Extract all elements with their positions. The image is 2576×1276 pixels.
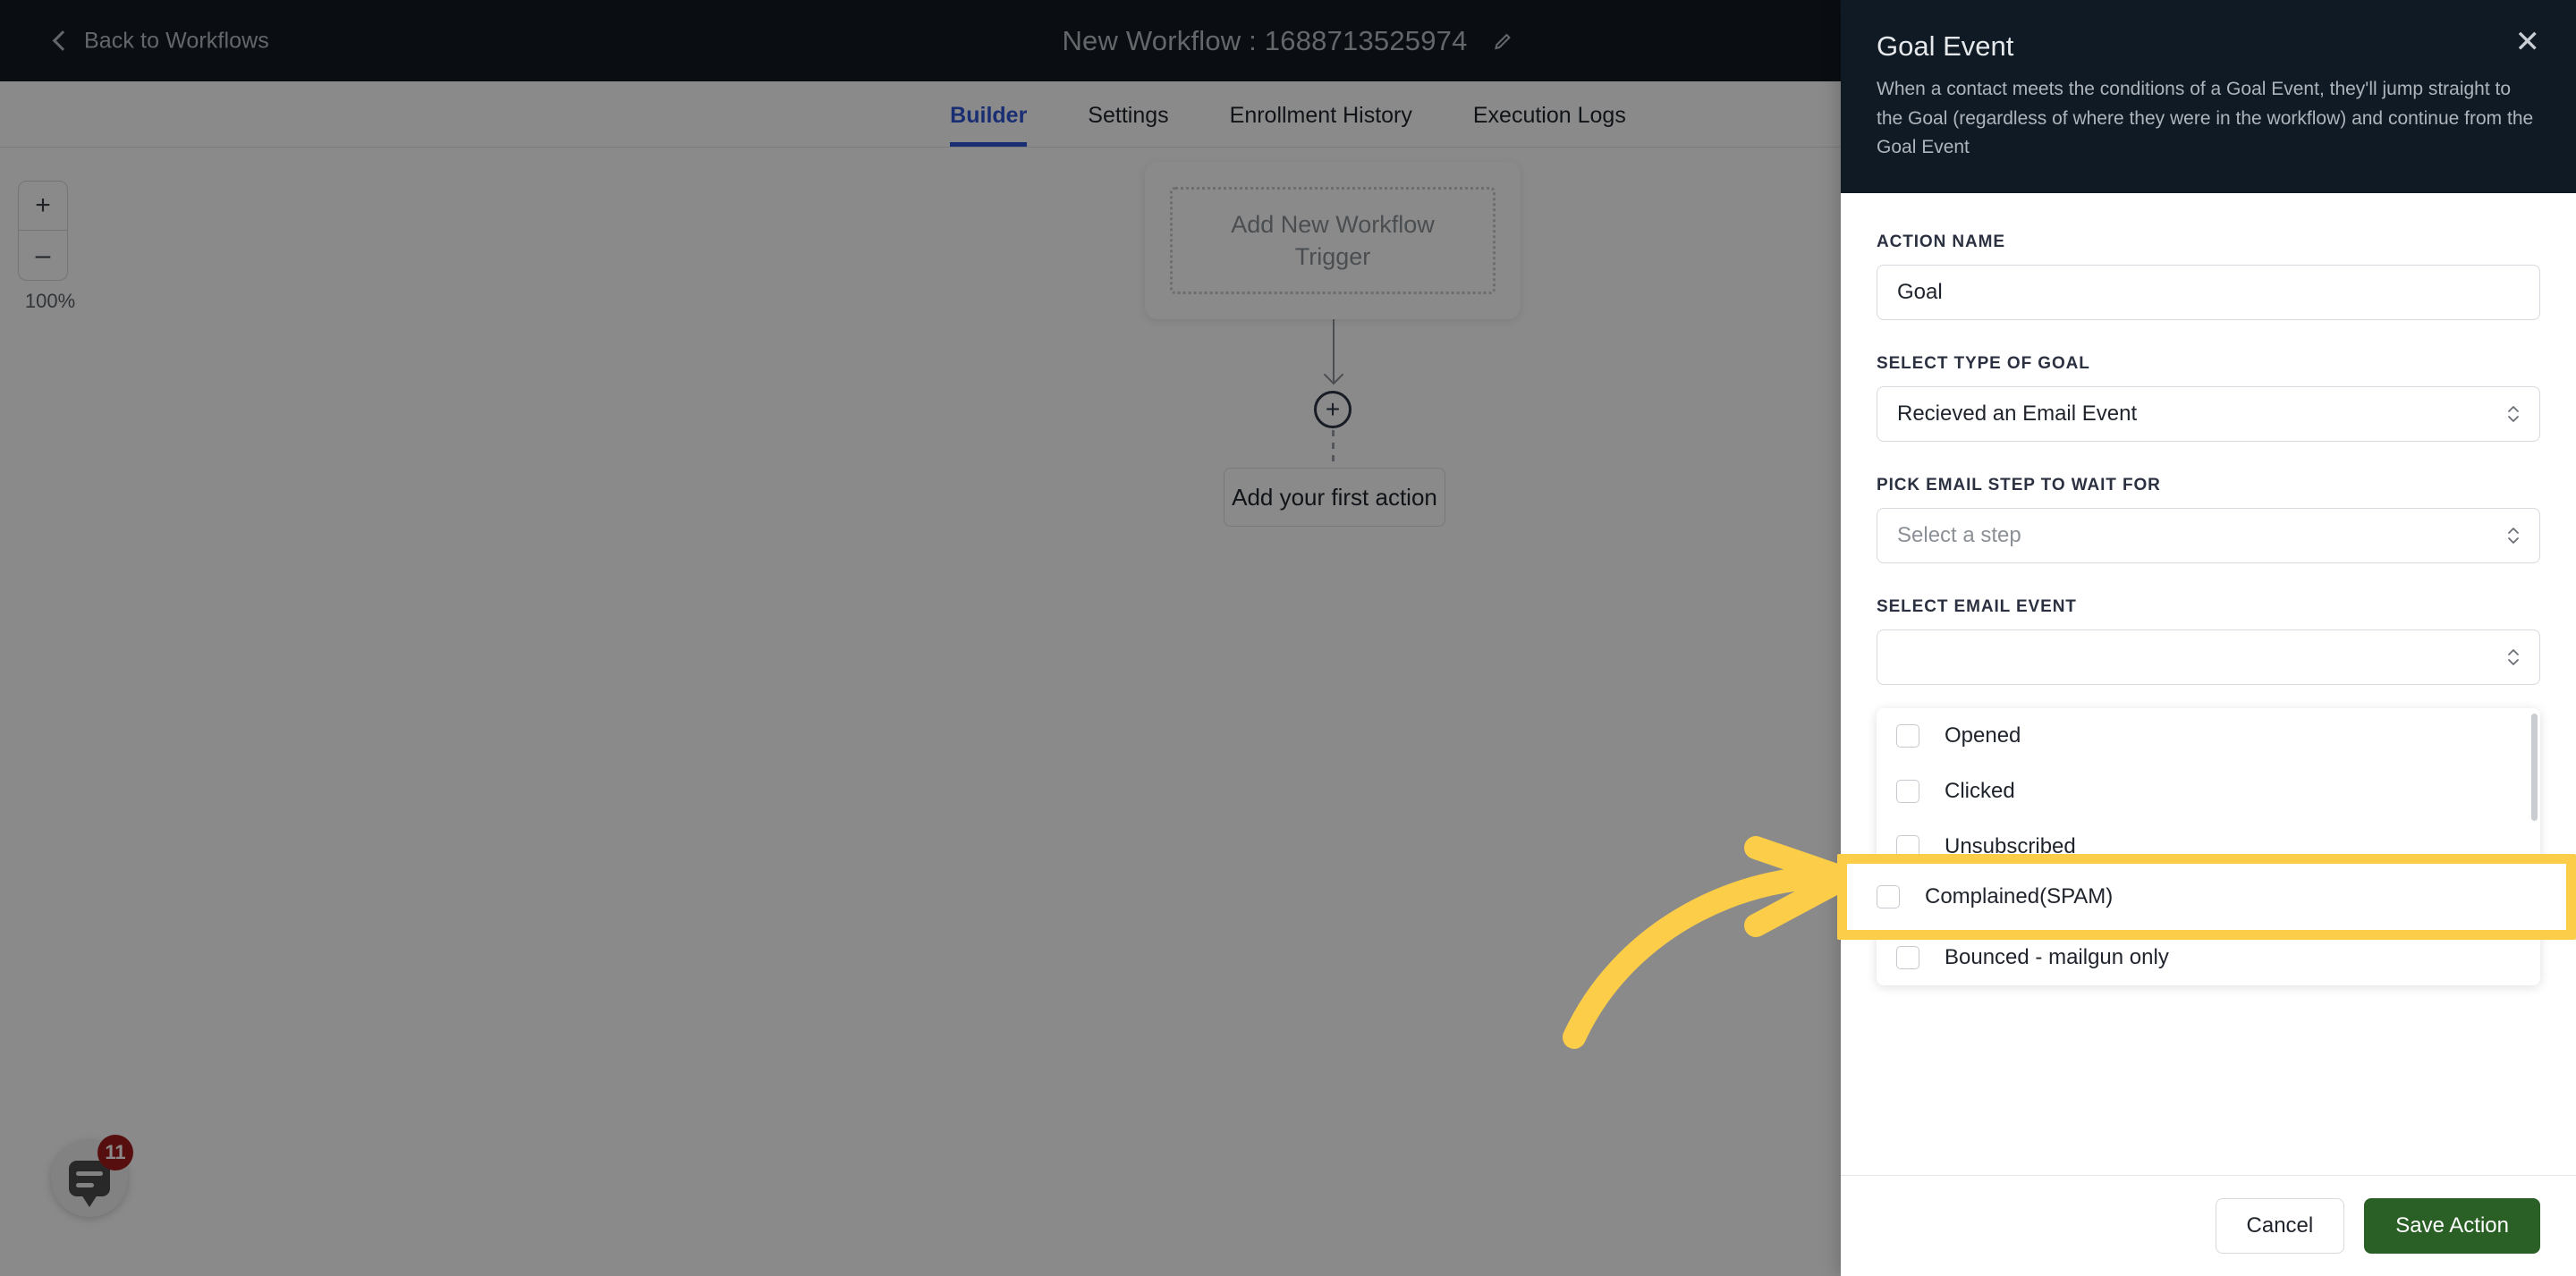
list-scrollbar[interactable] <box>2531 713 2538 821</box>
panel-body: ACTION NAME Goal SELECT TYPE OF GOAL Rec… <box>1841 193 2576 1175</box>
tab-enrollment-history[interactable]: Enrollment History <box>1199 103 1443 147</box>
list-item[interactable]: Bounced - mailgun only <box>1877 930 2540 985</box>
checkbox-icon[interactable] <box>1896 834 1919 858</box>
goal-type-label: SELECT TYPE OF GOAL <box>1877 353 2090 373</box>
pencil-icon[interactable] <box>1493 30 1514 52</box>
chevron-updown-icon <box>2505 644 2521 671</box>
chevron-updown-icon <box>2505 401 2521 427</box>
back-to-workflows-button[interactable]: Back to Workflows <box>52 28 269 54</box>
list-item-label: Bounced - mailgun only <box>1945 944 2169 969</box>
goal-type-value: Recieved an Email Event <box>1897 401 2138 426</box>
tab-settings[interactable]: Settings <box>1057 103 1199 147</box>
checkbox-icon[interactable] <box>1896 890 1919 914</box>
connector-arrowhead-icon <box>1323 364 1344 385</box>
goal-type-select[interactable]: Recieved an Email Event <box>1877 385 2540 442</box>
add-workflow-trigger-label: Add New Workflow Trigger <box>1170 187 1496 294</box>
list-item-label: Clicked <box>1945 778 2015 803</box>
checkbox-icon[interactable] <box>1896 779 1919 803</box>
save-action-button[interactable]: Save Action <box>2364 1198 2540 1254</box>
list-item-label: Complained(SPAM) <box>1945 889 2133 914</box>
panel-description: When a contact meets the conditions of a… <box>1877 79 2534 158</box>
panel-title: Goal Event <box>1877 30 2014 62</box>
list-item-label: Unsubscribed <box>1945 833 2076 858</box>
list-item[interactable]: Complained(SPAM) <box>1877 875 2540 930</box>
tab-list: Builder Settings Enrollment History Exec… <box>919 103 1657 147</box>
action-name-input[interactable]: Goal <box>1877 264 2540 320</box>
chevron-left-icon <box>52 30 73 51</box>
chat-unread-badge: 11 <box>97 1135 133 1170</box>
chevron-updown-icon <box>2505 522 2521 549</box>
list-item[interactable]: Unsubscribed <box>1877 819 2540 875</box>
panel-footer: Cancel Save Action <box>1841 1175 2576 1276</box>
app-root: Back to Workflows New Workflow : 1688713… <box>0 0 2576 1276</box>
zoom-in-button[interactable]: + <box>18 181 68 231</box>
list-item[interactable]: Opened <box>1877 708 2540 764</box>
email-event-select[interactable] <box>1877 629 2540 685</box>
action-name-label: ACTION NAME <box>1877 232 2005 251</box>
add-step-plus-button[interactable]: + <box>1314 391 1352 428</box>
workflow-title: New Workflow : 1688713525974 <box>1062 24 1468 56</box>
close-icon[interactable]: ✕ <box>2515 27 2541 57</box>
back-to-workflows-label: Back to Workflows <box>84 28 269 53</box>
tab-execution-logs[interactable]: Execution Logs <box>1443 103 1657 147</box>
zoom-level-label: 100% <box>24 290 76 312</box>
zoom-out-button[interactable]: – <box>18 231 68 281</box>
cancel-button[interactable]: Cancel <box>2215 1198 2345 1254</box>
panel-header: Goal Event When a contact meets the cond… <box>1841 0 2576 193</box>
list-item-label: Opened <box>1945 723 2021 748</box>
add-first-action-button[interactable]: Add your first action <box>1224 468 1445 527</box>
email-event-options-list[interactable]: Opened Clicked Unsubscribed Complained(S… <box>1877 707 2540 985</box>
tab-builder[interactable]: Builder <box>919 103 1057 147</box>
email-event-label: SELECT EMAIL EVENT <box>1877 596 2077 616</box>
email-step-label: PICK EMAIL STEP TO WAIT FOR <box>1877 475 2161 494</box>
connector-line-dashed <box>1332 430 1335 469</box>
checkbox-icon[interactable] <box>1896 723 1919 748</box>
list-item[interactable]: Clicked <box>1877 764 2540 819</box>
zoom-controls: + – 100% <box>18 181 82 313</box>
workflow-title-group: New Workflow : 1688713525974 <box>1062 25 1513 57</box>
chat-widget-button[interactable]: 11 <box>51 1135 133 1217</box>
add-workflow-trigger-card[interactable]: Add New Workflow Trigger <box>1145 162 1521 319</box>
checkbox-icon[interactable] <box>1896 945 1919 969</box>
email-step-placeholder: Select a step <box>1897 522 2021 547</box>
email-step-select[interactable]: Select a step <box>1877 507 2540 563</box>
goal-event-panel: Goal Event When a contact meets the cond… <box>1841 0 2576 1276</box>
